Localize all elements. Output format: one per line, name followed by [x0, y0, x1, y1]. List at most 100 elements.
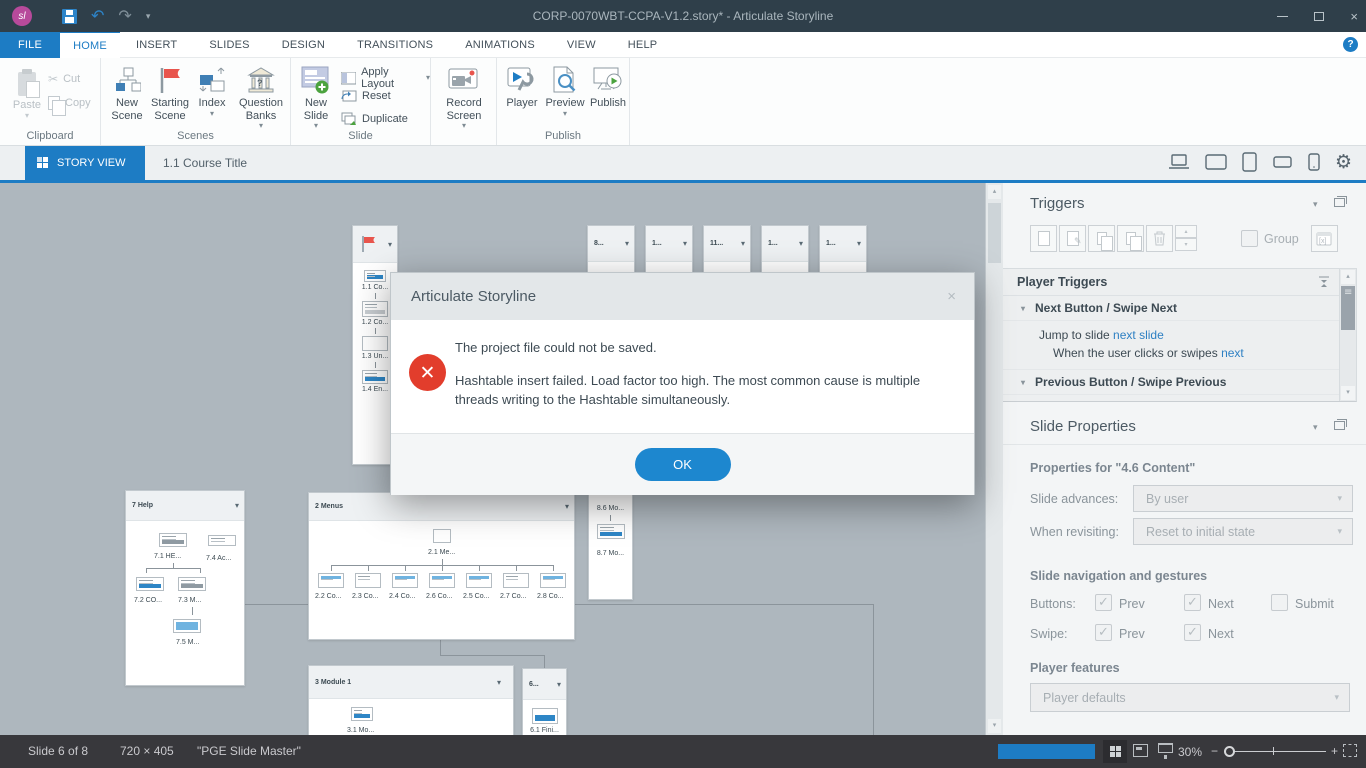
scene-panel-7-help[interactable]: 7 Help▾ 7.1 HE... 7.4 Ac... 7.2 CO... 7.…	[125, 490, 245, 686]
player-button[interactable]: Player	[503, 64, 541, 110]
tab-insert[interactable]: INSERT	[120, 32, 193, 58]
slide-thumbnail[interactable]	[540, 573, 566, 588]
app-logo-icon[interactable]: sl	[12, 6, 32, 26]
save-icon[interactable]	[62, 9, 77, 24]
prev-button-checkbox[interactable]	[1095, 594, 1112, 611]
scene-panel-3-module1[interactable]: 3 Module 1▾ 3.1 Mo...	[308, 665, 514, 735]
when-revisiting-dropdown[interactable]: Reset to initial state ▾	[1133, 518, 1353, 545]
scene-panel-8-continued[interactable]: 8.6 Mo... 8.7 Mo...	[588, 495, 633, 600]
tab-design[interactable]: DESIGN	[266, 32, 341, 58]
next-button-checkbox[interactable]	[1184, 594, 1201, 611]
slide-thumbnail[interactable]	[351, 707, 373, 721]
trigger-next-action[interactable]: Jump to slide next slide When the user c…	[1003, 321, 1356, 370]
move-up-icon[interactable]: ▴	[1175, 225, 1197, 238]
triggers-scrollbar[interactable]: ▴ ▾	[1339, 269, 1356, 401]
tab-file[interactable]: FILE	[0, 32, 60, 58]
tab-slides[interactable]: SLIDES	[193, 32, 265, 58]
zoom-slider-thumb[interactable]	[1224, 746, 1235, 757]
fit-to-window-button[interactable]	[1343, 744, 1357, 757]
move-down-icon[interactable]: ▾	[1175, 238, 1197, 251]
scene-caret-icon[interactable]: ▾	[565, 502, 569, 511]
manage-variables-button[interactable]: [x]	[1311, 225, 1338, 252]
paste-button[interactable]: Paste ▾	[8, 66, 46, 120]
scroll-thumb[interactable]	[1341, 286, 1355, 330]
scene-panel-2-menus[interactable]: 2 Menus▾ 2.1 Me... 2.2 C	[308, 492, 575, 640]
trigger-when-link[interactable]: next	[1221, 346, 1244, 360]
player-features-dropdown[interactable]: Player defaults ▾	[1030, 683, 1350, 712]
scene-1-header[interactable]: ▾	[353, 226, 397, 263]
phone-landscape-icon[interactable]	[1273, 155, 1293, 169]
tab-view[interactable]: VIEW	[551, 32, 612, 58]
new-slide-button[interactable]: New Slide ▾	[296, 64, 336, 130]
swipe-prev-checkbox[interactable]	[1095, 624, 1112, 641]
slide-thumbnail[interactable]	[173, 619, 201, 633]
record-screen-button[interactable]: Record Screen ▾	[439, 64, 489, 130]
zoom-in-button[interactable]: +	[1331, 744, 1338, 758]
close-window-button[interactable]: ×	[1350, 9, 1358, 24]
scene-caret-icon[interactable]: ▾	[557, 680, 561, 689]
duplicate-button[interactable]: Duplicate	[341, 112, 408, 126]
reset-button[interactable]: Reset	[341, 89, 391, 102]
scene-panel-top-3[interactable]: 11...▾	[703, 225, 751, 273]
tab-story-view[interactable]: STORY VIEW	[25, 146, 145, 180]
player-settings-gear-icon[interactable]: ⚙	[1335, 151, 1352, 173]
scene-caret-icon[interactable]: ▾	[235, 501, 239, 510]
slide-thumbnail[interactable]	[362, 336, 388, 351]
tablet-landscape-icon[interactable]	[1205, 154, 1227, 170]
trigger-reorder-stepper[interactable]: ▴ ▾	[1175, 225, 1197, 252]
scene-caret-icon[interactable]: ▾	[741, 239, 745, 248]
tablet-portrait-icon[interactable]	[1242, 152, 1258, 172]
copy-button[interactable]: Copy	[48, 96, 91, 110]
starting-scene-button[interactable]: Starting Scene	[148, 64, 192, 122]
zoom-slider-track[interactable]	[1226, 751, 1326, 752]
collapse-all-icon[interactable]	[1318, 276, 1330, 288]
scroll-thumb[interactable]	[988, 203, 1001, 263]
trigger-previous-button-row[interactable]: ▾ Previous Button / Swipe Previous	[1003, 370, 1356, 395]
trigger-expand-icon[interactable]: ▾	[1021, 378, 1025, 387]
help-icon[interactable]: ?	[1343, 37, 1358, 52]
slide-thumbnail[interactable]	[433, 529, 451, 543]
scene-panel-top-1[interactable]: 8...▾	[587, 225, 635, 273]
slide-thumbnail[interactable]	[429, 573, 455, 588]
triggers-collapse-caret-icon[interactable]: ▾	[1313, 199, 1318, 210]
slide-properties-popout-icon[interactable]	[1334, 421, 1345, 430]
minimize-button[interactable]	[1277, 16, 1288, 17]
slide-thumbnail[interactable]	[466, 573, 492, 588]
scene-caret-icon[interactable]: ▾	[857, 239, 861, 248]
edit-trigger-button[interactable]: ✎	[1059, 225, 1086, 252]
scene-caret-icon[interactable]: ▾	[625, 239, 629, 248]
slide-thumbnail[interactable]	[364, 270, 386, 282]
slide-thumbnail[interactable]	[362, 370, 388, 384]
delete-trigger-button[interactable]	[1146, 225, 1173, 252]
tab-help[interactable]: HELP	[612, 32, 674, 58]
scene-panel-top-4[interactable]: 1...▾	[761, 225, 809, 273]
slide-thumbnail[interactable]	[532, 708, 558, 724]
paste-trigger-button[interactable]	[1117, 225, 1144, 252]
customize-toolbar-icon[interactable]: ▾	[146, 11, 151, 22]
trigger-next-button-row[interactable]: ▾ Next Button / Swipe Next	[1003, 296, 1356, 321]
trigger-expand-icon[interactable]: ▾	[1021, 304, 1025, 313]
slide-thumbnail[interactable]	[355, 573, 381, 588]
tab-home[interactable]: HOME	[60, 32, 120, 58]
cut-button[interactable]: ✂ Cut	[48, 72, 80, 86]
scene-panel-top-5[interactable]: 1...▾	[819, 225, 867, 273]
slide-thumbnail[interactable]	[392, 573, 418, 588]
slide-thumbnail[interactable]	[503, 573, 529, 588]
new-trigger-button[interactable]	[1030, 225, 1057, 252]
ok-button[interactable]: OK	[635, 448, 731, 481]
scroll-up-arrow[interactable]: ▴	[988, 185, 1001, 199]
slide-view-toggle-button[interactable]	[1133, 744, 1148, 757]
slide-advances-dropdown[interactable]: By user ▾	[1133, 485, 1353, 512]
group-checkbox[interactable]	[1241, 230, 1258, 247]
slide-thumbnail[interactable]	[597, 524, 625, 539]
slide-properties-caret-icon[interactable]: ▾	[1313, 422, 1318, 433]
redo-icon[interactable]: ↷	[118, 8, 131, 24]
canvas-vertical-scrollbar[interactable]: ▴ ▾	[985, 183, 1003, 735]
apply-layout-button[interactable]: Apply Layout ▾	[341, 66, 430, 90]
desktop-preview-icon[interactable]	[1168, 154, 1190, 170]
triggers-popout-icon[interactable]	[1334, 198, 1345, 207]
dialog-close-icon[interactable]: ×	[947, 288, 956, 305]
slide-thumbnail[interactable]	[159, 533, 187, 547]
story-view-toggle-button[interactable]	[1103, 740, 1127, 763]
scene-caret-icon[interactable]: ▾	[683, 239, 687, 248]
